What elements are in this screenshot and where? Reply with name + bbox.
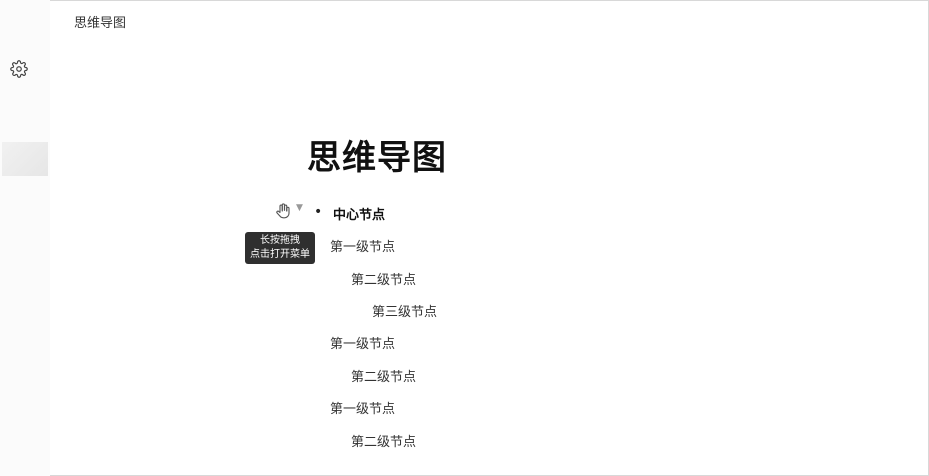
drag-handle[interactable]	[273, 202, 293, 220]
document-title[interactable]: 思维导图	[307, 130, 447, 179]
outline-node[interactable]: 第三级节点	[372, 301, 437, 320]
settings-button[interactable]	[10, 60, 28, 78]
gear-icon	[10, 60, 28, 78]
root-node[interactable]: 中心节点	[333, 204, 385, 223]
outline-node[interactable]: 第二级节点	[351, 269, 416, 288]
sidebar-placeholder	[2, 142, 48, 176]
drag-tooltip: 长按拖拽 点击打开菜单	[245, 232, 315, 264]
outline-node[interactable]: 第一级节点	[330, 236, 395, 255]
tooltip-line: 长按拖拽	[260, 235, 300, 246]
chevron-down-icon[interactable]: ▼	[296, 203, 303, 213]
bullet-icon: •	[314, 204, 323, 220]
outline-node[interactable]: 第一级节点	[330, 398, 395, 417]
hand-icon	[276, 203, 290, 219]
app-title: 思维导图	[74, 16, 127, 31]
outline-node[interactable]: 第二级节点	[351, 431, 416, 450]
app-frame	[0, 0, 929, 476]
outline-node[interactable]: 第一级节点	[330, 333, 395, 352]
outline-node[interactable]: 第二级节点	[351, 366, 416, 385]
tooltip-line: 点击打开菜单	[250, 249, 310, 260]
left-sidebar	[0, 0, 50, 476]
